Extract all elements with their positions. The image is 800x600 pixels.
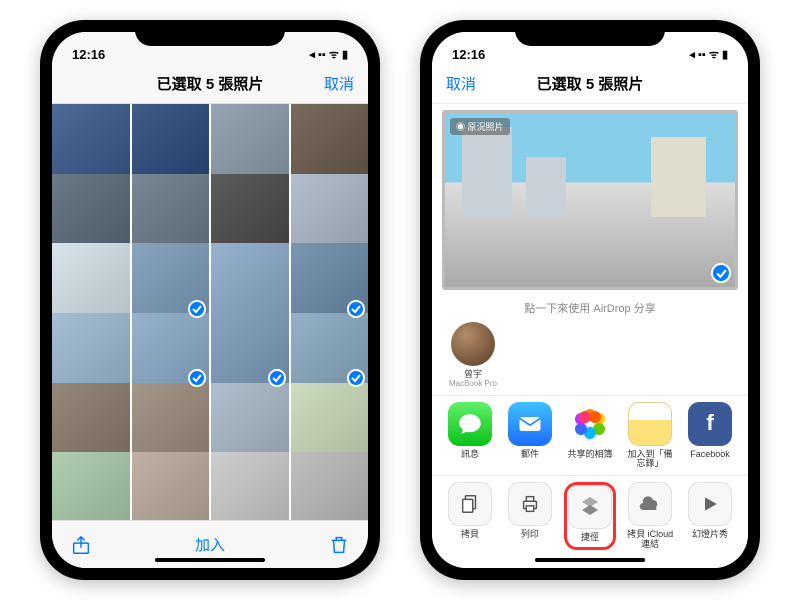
phone-right: 12:16 ◂ ▪▪ ᯤ ▮ 取消 已選取 5 張照片 ◉ 原況照片 點一下來使…	[420, 20, 760, 580]
photo-thumb[interactable]	[132, 243, 210, 321]
action-slideshow[interactable]: 幻燈片秀	[684, 482, 736, 550]
share-nav-bar: 取消 已選取 5 張照片	[432, 64, 748, 104]
photo-thumb[interactable]	[132, 104, 210, 182]
photo-thumb[interactable]	[291, 104, 369, 182]
photo-thumb[interactable]	[132, 383, 210, 461]
selected-check-icon	[188, 300, 206, 318]
airdrop-row: 曾宇 MacBook Pro	[432, 320, 748, 395]
action-label: 捷徑	[581, 532, 599, 542]
share-actions-row[interactable]: 拷貝 列印 捷徑 拷貝 iCloud 連結 幻燈片秀	[432, 475, 748, 556]
nav-title: 已選取 5 張照片	[486, 73, 694, 94]
share-icon[interactable]	[70, 534, 92, 556]
action-copy[interactable]: 拷貝	[444, 482, 496, 550]
share-apps-row[interactable]: 訊息 郵件	[432, 395, 748, 476]
mail-icon	[508, 402, 552, 446]
app-label: 郵件	[521, 449, 539, 459]
nav-title: 已選取 5 張照片	[106, 73, 314, 94]
photo-thumb[interactable]	[52, 452, 130, 520]
notch	[515, 20, 665, 46]
icloud-link-icon	[628, 482, 672, 526]
app-label: 共享的相簿	[567, 449, 612, 459]
photo-thumb[interactable]	[211, 174, 289, 252]
app-label: 加入到「備忘錄」	[627, 449, 672, 469]
screen-left: 12:16 ◂ ▪▪ ᯤ ▮ 已選取 5 張照片 取消	[52, 32, 368, 568]
slideshow-icon	[688, 482, 732, 526]
app-label: 訊息	[461, 449, 479, 459]
cancel-button[interactable]: 取消	[314, 73, 354, 94]
airdrop-name: 曾宇	[446, 369, 500, 379]
photo-thumb[interactable]	[211, 243, 289, 321]
photo-thumb[interactable]	[211, 104, 289, 182]
status-indicators: ◂ ▪▪ ᯤ ▮	[689, 47, 728, 62]
share-app-notes[interactable]: 加入到「備忘錄」	[624, 402, 676, 470]
action-label: 列印	[521, 529, 539, 539]
photo-preview[interactable]	[442, 110, 738, 290]
phone-left: 12:16 ◂ ▪▪ ᯤ ▮ 已選取 5 張照片 取消	[40, 20, 380, 580]
selected-check-icon	[268, 369, 286, 387]
shortcuts-icon	[568, 485, 612, 529]
cancel-button[interactable]: 取消	[446, 73, 486, 94]
action-shortcuts[interactable]: 捷徑	[564, 482, 616, 550]
photo-thumb[interactable]	[291, 452, 369, 520]
photo-thumb[interactable]	[291, 313, 369, 391]
status-time: 12:16	[452, 47, 485, 62]
photo-thumb[interactable]	[132, 452, 210, 520]
photo-thumb[interactable]	[132, 313, 210, 391]
share-sheet: ◉ 原況照片 點一下來使用 AirDrop 分享 曾宇 MacBook Pro …	[432, 104, 748, 568]
photo-thumb[interactable]	[291, 174, 369, 252]
airdrop-caption: 點一下來使用 AirDrop 分享	[432, 294, 748, 320]
app-label: Facebook	[690, 449, 730, 459]
airdrop-avatar-icon	[451, 322, 495, 366]
copy-icon	[448, 482, 492, 526]
photo-thumb[interactable]	[211, 452, 289, 520]
share-app-messages[interactable]: 訊息	[444, 402, 496, 470]
photo-thumb[interactable]	[211, 313, 289, 391]
status-indicators: ◂ ▪▪ ᯤ ▮	[309, 47, 348, 62]
airdrop-device: MacBook Pro	[446, 379, 500, 388]
photo-thumb[interactable]	[52, 174, 130, 252]
trash-icon[interactable]	[328, 534, 350, 556]
photo-thumb[interactable]	[52, 104, 130, 182]
photo-thumb[interactable]	[132, 174, 210, 252]
photo-thumb[interactable]	[211, 383, 289, 461]
share-app-shared-album[interactable]: 共享的相簿	[564, 402, 616, 470]
action-icloud-link[interactable]: 拷貝 iCloud 連結	[624, 482, 676, 550]
selected-check-icon	[347, 300, 365, 318]
photo-thumb[interactable]	[291, 243, 369, 321]
share-app-mail[interactable]: 郵件	[504, 402, 556, 470]
photo-thumb[interactable]	[52, 313, 130, 391]
home-indicator[interactable]	[155, 558, 265, 562]
nav-bar: 已選取 5 張照片 取消	[52, 64, 368, 104]
screen-right: 12:16 ◂ ▪▪ ᯤ ▮ 取消 已選取 5 張照片 ◉ 原況照片 點一下來使…	[432, 32, 748, 568]
notch	[135, 20, 285, 46]
notes-icon	[628, 402, 672, 446]
photos-icon	[568, 402, 612, 446]
share-app-facebook[interactable]: f Facebook	[684, 402, 736, 470]
print-icon	[508, 482, 552, 526]
status-time: 12:16	[72, 47, 105, 62]
action-label: 拷貝	[461, 529, 479, 539]
action-label: 幻燈片秀	[692, 529, 728, 539]
photo-thumb[interactable]	[52, 383, 130, 461]
facebook-icon: f	[688, 402, 732, 446]
messages-icon	[448, 402, 492, 446]
photo-thumb[interactable]	[52, 243, 130, 321]
selected-check-icon	[711, 263, 731, 283]
live-photo-badge: ◉ 原況照片	[450, 118, 510, 135]
airdrop-target[interactable]: 曾宇 MacBook Pro	[446, 322, 500, 389]
photo-thumb[interactable]	[291, 383, 369, 461]
preview-area[interactable]: ◉ 原況照片	[432, 104, 748, 294]
photo-grid[interactable]	[52, 104, 368, 520]
add-button[interactable]: 加入	[195, 534, 225, 555]
action-print[interactable]: 列印	[504, 482, 556, 550]
action-label: 拷貝 iCloud 連結	[627, 529, 673, 549]
home-indicator[interactable]	[535, 558, 645, 562]
